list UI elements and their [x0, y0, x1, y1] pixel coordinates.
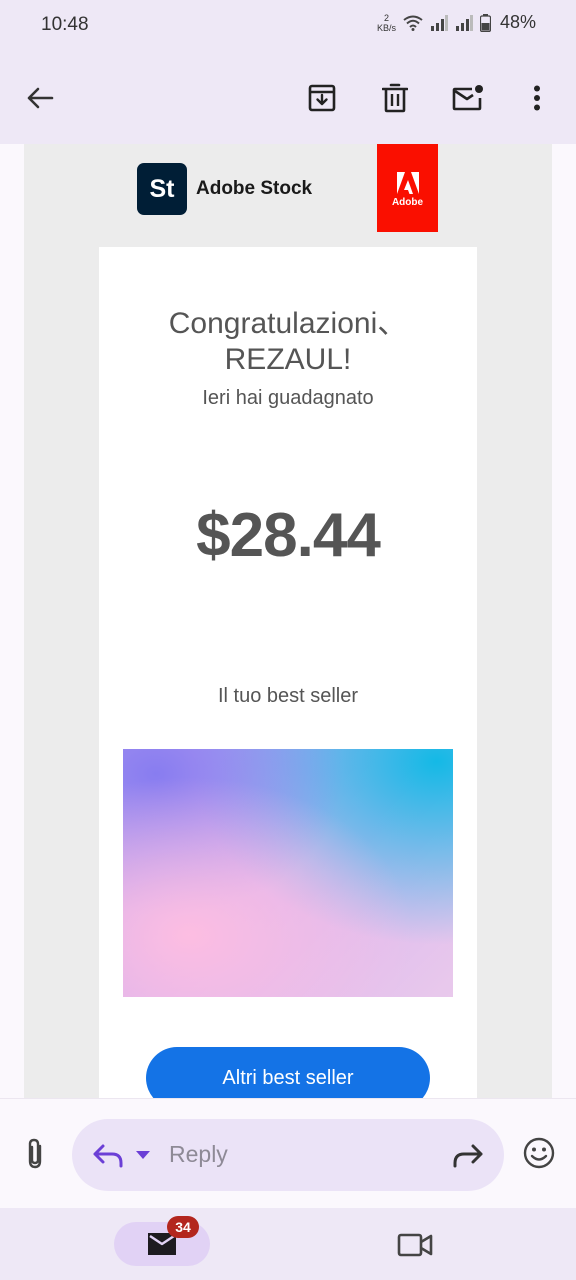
- forward-icon[interactable]: [452, 1141, 484, 1169]
- bestseller-label: Il tuo best seller: [217, 685, 359, 707]
- bottom-navigation: 34: [0, 1208, 576, 1280]
- caret-down-icon[interactable]: [134, 1147, 152, 1163]
- status-time: 10:48: [41, 14, 89, 35]
- greeting-line-2: REZAUL!: [224, 343, 352, 376]
- earned-label: Ieri hai guadagnato: [202, 387, 374, 409]
- delete-button[interactable]: [375, 78, 415, 118]
- mark-unread-icon: [452, 85, 483, 111]
- battery-percentage: 48%: [499, 12, 536, 32]
- adobe-a-icon: [396, 172, 419, 194]
- reply-placeholder: Reply: [169, 1141, 228, 1167]
- adobe-logo: Adobe: [377, 144, 438, 232]
- unread-count-badge: 34: [167, 1216, 199, 1238]
- adobe-logo-text: Adobe: [391, 197, 424, 208]
- archive-button[interactable]: [302, 78, 342, 118]
- adobe-stock-name: Adobe Stock: [196, 178, 313, 199]
- network-speed-unit: KB/s: [376, 22, 396, 33]
- status-icons: 2 KB/s 48%: [377, 12, 536, 33]
- more-bestsellers-button[interactable]: Altri best seller: [146, 1047, 430, 1098]
- paperclip-icon: [28, 1138, 42, 1169]
- email-header-logos: St Adobe Stock Adobe: [24, 144, 552, 244]
- network-speed: 2 KB/s: [377, 13, 396, 33]
- app-bar: [0, 52, 576, 144]
- greeting: Congratulazioni、 REZAUL!: [99, 306, 477, 378]
- signal-icon-2: [455, 14, 473, 31]
- email-canvas: St Adobe Stock Adobe Congratulazioni、 RE…: [24, 144, 552, 1098]
- signal-icon-1: [430, 14, 448, 31]
- earned-amount: $28.44: [196, 501, 381, 570]
- attach-button[interactable]: [18, 1137, 52, 1171]
- status-bar: 10:48 2 KB/s 48%: [0, 0, 576, 52]
- greeting-line-1: Congratulazioni、: [168, 307, 408, 340]
- reply-bar: Reply: [0, 1098, 576, 1208]
- bestseller-thumbnail[interactable]: [123, 749, 453, 997]
- mark-unread-button[interactable]: [448, 78, 488, 118]
- reply-field[interactable]: Reply: [72, 1119, 504, 1191]
- back-button[interactable]: [20, 78, 60, 118]
- more-options-button[interactable]: [517, 78, 557, 118]
- video-camera-icon[interactable]: [396, 1230, 434, 1260]
- battery-icon: [479, 13, 491, 32]
- earnings-card: Congratulazioni、 REZAUL! Ieri hai guadag…: [99, 247, 477, 1098]
- network-speed-value: 2: [383, 12, 389, 23]
- trash-icon: [382, 83, 408, 113]
- arrow-back-icon: [27, 87, 54, 109]
- email-body-viewport[interactable]: St Adobe Stock Adobe Congratulazioni、 RE…: [0, 144, 576, 1098]
- archive-icon: [308, 84, 336, 112]
- reply-icon[interactable]: [92, 1141, 124, 1169]
- wifi-icon: [403, 15, 423, 31]
- adobe-stock-logo: St: [137, 163, 187, 215]
- emoji-icon[interactable]: [522, 1136, 556, 1170]
- more-vert-icon: [534, 85, 540, 111]
